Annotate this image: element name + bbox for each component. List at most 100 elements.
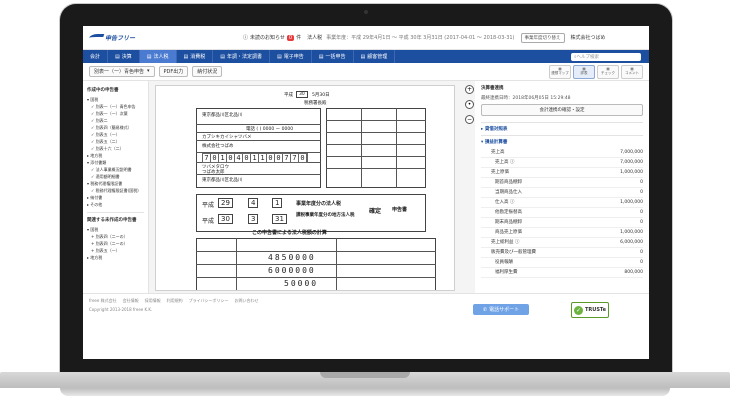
- tree-item[interactable]: ✓ 別表五（二）: [87, 138, 144, 145]
- toolbar-button-0[interactable]: ▦ 連想マップ: [549, 64, 571, 79]
- from-month[interactable]: 4: [248, 198, 259, 208]
- amount-2[interactable]: 6000000: [268, 266, 316, 275]
- tree-item[interactable]: ▾ 添付書類: [87, 159, 144, 166]
- tree-item[interactable]: ✓ 別表四（簡易様式）: [87, 124, 144, 131]
- corp-number-digit: 7: [283, 154, 291, 162]
- tree-item[interactable]: ✓ 別表十六（二）: [87, 145, 144, 152]
- truste-badge[interactable]: ✓ TRUSTe: [571, 302, 609, 318]
- tree-item[interactable]: ✓ 別表二: [87, 117, 144, 124]
- tree-item[interactable]: ▸ 納付書: [87, 194, 144, 201]
- app-logo[interactable]: 申告フリー: [87, 33, 159, 42]
- account-row[interactable]: 売上原価 1,000,000: [481, 168, 643, 178]
- confirm-settings-button[interactable]: 会計連携の確認・設定: [481, 104, 643, 116]
- tree-item[interactable]: + 別表四（二ーの）: [87, 240, 144, 247]
- tree-item[interactable]: ▾ 国税: [87, 226, 144, 233]
- camera: [364, 10, 368, 14]
- account-row[interactable]: 販売費及び一般管理費 0: [481, 248, 643, 258]
- zoom-controls: + • −: [465, 85, 474, 124]
- tree-item[interactable]: + 別表四（二ーの）: [87, 233, 144, 240]
- zoom-reset-icon[interactable]: •: [465, 100, 474, 109]
- tree-item[interactable]: ✓ 法人事業概況説明書: [87, 166, 144, 173]
- account-row[interactable]: 福利厚生費 800,000: [481, 268, 643, 278]
- account-row[interactable]: 仕入高 ⓘ 1,000,000: [481, 198, 643, 208]
- form-title-1: 事業年度分の法人税: [296, 201, 342, 207]
- income-statement-section[interactable]: ▾ 損益計算書: [481, 135, 643, 148]
- nav-item-3[interactable]: ▤ 消費税: [177, 50, 214, 63]
- kana-value[interactable]: カブシキカイシャツバメ: [202, 134, 252, 140]
- account-row[interactable]: 当期商品仕入 0: [481, 188, 643, 198]
- account-row[interactable]: 期首商品棚卸 0: [481, 178, 643, 188]
- pdf-export-button[interactable]: PDF出力: [158, 66, 189, 77]
- account-row[interactable]: 売上総利益 ⓘ 6,000,000: [481, 238, 643, 248]
- nav-item-7[interactable]: ▤ 顧客管理: [354, 50, 396, 63]
- to-month[interactable]: 3: [248, 214, 259, 224]
- tree-item[interactable]: ▸ 地方税: [87, 152, 144, 159]
- zoom-in-icon[interactable]: +: [465, 85, 474, 94]
- nav-item-4[interactable]: ▤ 年調・法定調書: [213, 50, 271, 63]
- nav-item-5[interactable]: ▤ 電子申告: [270, 50, 312, 63]
- account-row[interactable]: 他勘定振替高 0: [481, 208, 643, 218]
- tree-item[interactable]: ✓ 税務代理権限証書(国税): [87, 187, 144, 194]
- toolbar-button-2[interactable]: ▦ チェック: [597, 64, 619, 79]
- form-select[interactable]: 別表一（一）青色申告 ▾: [89, 66, 155, 77]
- tree-item[interactable]: ✓ 適用額明細書: [87, 173, 144, 180]
- row-line: [196, 132, 321, 133]
- base-notch: [320, 372, 410, 378]
- year-box[interactable]: 30: [296, 91, 308, 98]
- phone-support-button[interactable]: ✆ 電話サポート: [473, 304, 529, 315]
- company-name[interactable]: 株式会社つばめ: [571, 34, 606, 41]
- row-line: [196, 140, 321, 141]
- corp-number-boxes[interactable]: 7010401100770: [202, 153, 308, 163]
- account-row[interactable]: 売上高 7,000,000: [481, 148, 643, 158]
- help-search-input[interactable]: ⌕ ヘルプ検索: [571, 52, 641, 61]
- nav-item-1[interactable]: ▤ 決算: [108, 50, 140, 63]
- switch-period-button[interactable]: 事業年度切り替え: [520, 32, 565, 43]
- tree-item[interactable]: ▾ 国税: [87, 96, 144, 103]
- form-suffix: 申告書: [392, 207, 408, 213]
- toolbar-button-1[interactable]: ▦ 詳表: [573, 64, 595, 79]
- toolbar-button-3[interactable]: ▦ コメント: [621, 64, 643, 79]
- footer-link[interactable]: お問い合わせ: [235, 298, 259, 304]
- tree-item[interactable]: ✓ 別表一（一）次葉: [87, 110, 144, 117]
- nav-item-2[interactable]: ▤ 法人税: [139, 50, 177, 63]
- account-row[interactable]: 役員報酬 0: [481, 258, 643, 268]
- to-year[interactable]: 30: [218, 214, 233, 224]
- nav-item-0[interactable]: 会計: [83, 50, 109, 63]
- balance-sheet-section[interactable]: ▸ 貸借対照表: [481, 122, 643, 135]
- tree-item[interactable]: ▸ 地方税: [87, 254, 144, 261]
- notice-link[interactable]: ⓘ 未読のお知らせ 0 件: [243, 34, 301, 41]
- from-year[interactable]: 29: [218, 198, 233, 208]
- chevron-down-icon: ▾: [147, 68, 150, 74]
- row-line: [326, 132, 426, 133]
- to-day[interactable]: 31: [272, 214, 287, 224]
- footer-link[interactable]: 採用情報: [145, 298, 161, 304]
- footer-link[interactable]: 会社情報: [123, 298, 139, 304]
- section-related-title: 関連する未作成の申告書: [87, 218, 137, 223]
- corp-name-value[interactable]: 株式会社つばめ: [202, 143, 234, 149]
- zoom-out-icon[interactable]: −: [465, 115, 474, 124]
- tax-form-page[interactable]: 平成 30 5月30日 税務署長殿 東京都品川区北品川 電話 ( ) 0000 …: [155, 85, 455, 291]
- footer-link[interactable]: 利用規約: [167, 298, 183, 304]
- phone-value[interactable]: 電話 ( ) 0000 ー 0000: [246, 126, 293, 132]
- tree-item[interactable]: ▸ その他: [87, 201, 144, 208]
- account-label: 売上総利益 ⓘ: [491, 240, 520, 245]
- footer-link[interactable]: freee 株式会社: [89, 298, 117, 304]
- amount-3[interactable]: 50000: [284, 279, 318, 288]
- account-row[interactable]: 期末商品棚卸 0: [481, 218, 643, 228]
- logo-text: 申告フリー: [105, 35, 136, 42]
- tree-item[interactable]: ▾ 税務代理権限証書: [87, 180, 144, 187]
- from-day[interactable]: 1: [272, 198, 283, 208]
- nav-item-6[interactable]: ▤ 一括申告: [312, 50, 354, 63]
- account-row[interactable]: 売上高 ⓘ 7,000,000: [481, 158, 643, 168]
- tree-item[interactable]: + 別表五（一）: [87, 247, 144, 254]
- account-row[interactable]: 商品売上原価 1,000,000: [481, 228, 643, 238]
- amount-1[interactable]: 4850000: [268, 253, 316, 262]
- address-value[interactable]: 東京都品川区北品川: [202, 112, 243, 118]
- payment-status-button[interactable]: 納付状況: [192, 66, 223, 77]
- tree-item[interactable]: ✓ 別表一（一）青色申告: [87, 103, 144, 110]
- tree-item[interactable]: ✓ 別表五（一）: [87, 131, 144, 138]
- footer-link[interactable]: プライバシーポリシー: [189, 298, 229, 304]
- rep-name-value[interactable]: つばめ太郎: [202, 169, 225, 175]
- form-select-value: 別表一（一）青色申告: [94, 69, 145, 75]
- rep-address-value[interactable]: 東京都品川区北品川: [202, 177, 243, 183]
